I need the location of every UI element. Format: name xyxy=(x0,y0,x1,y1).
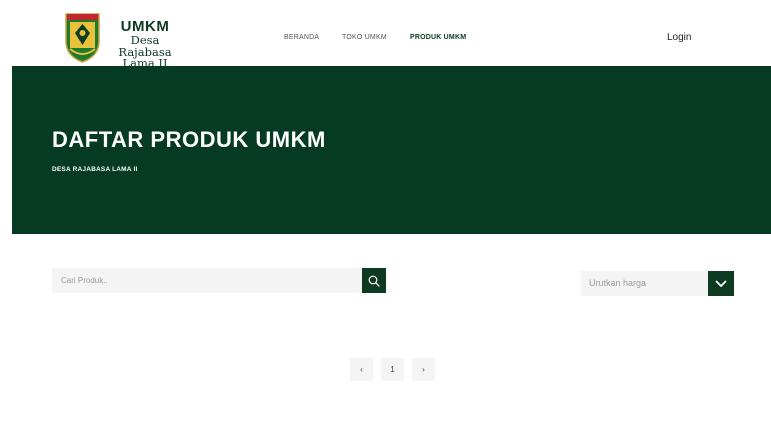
pagination-page-1[interactable]: 1 xyxy=(381,358,404,381)
pagination-next-button[interactable]: › xyxy=(412,358,435,381)
nav-item-beranda[interactable]: BERANDA xyxy=(284,34,319,41)
nav-item-produk-umkm[interactable]: PRODUK UMKM xyxy=(410,34,466,41)
regency-emblem-logo[interactable] xyxy=(64,11,101,63)
nav-item-toko-umkm[interactable]: TOKO UMKM xyxy=(342,34,387,41)
site-header: UMKM Desa Rajabasa Lama II BERANDA TOKO … xyxy=(0,0,771,69)
brand-name[interactable]: UMKM Desa Rajabasa Lama II xyxy=(104,19,186,70)
page-banner: DAFTAR PRODUK UMKM DESA RAJABASA LAMA II xyxy=(12,66,771,234)
page-subtitle: DESA RAJABASA LAMA II xyxy=(52,166,138,173)
pagination-prev-button[interactable]: ‹ xyxy=(350,358,373,381)
search-icon xyxy=(368,275,380,287)
brand-line-2: Desa Rajabasa xyxy=(118,33,172,59)
page-title: DAFTAR PRODUK UMKM xyxy=(52,127,326,152)
sort-price-select[interactable]: Urutkan harga xyxy=(581,271,708,296)
brand-line-1: UMKM xyxy=(120,18,170,35)
sort-dropdown-button[interactable] xyxy=(708,271,734,296)
search-button[interactable] xyxy=(362,268,386,293)
chevron-down-icon xyxy=(715,280,727,287)
search-input[interactable] xyxy=(52,268,362,293)
login-link[interactable]: Login xyxy=(667,32,691,43)
